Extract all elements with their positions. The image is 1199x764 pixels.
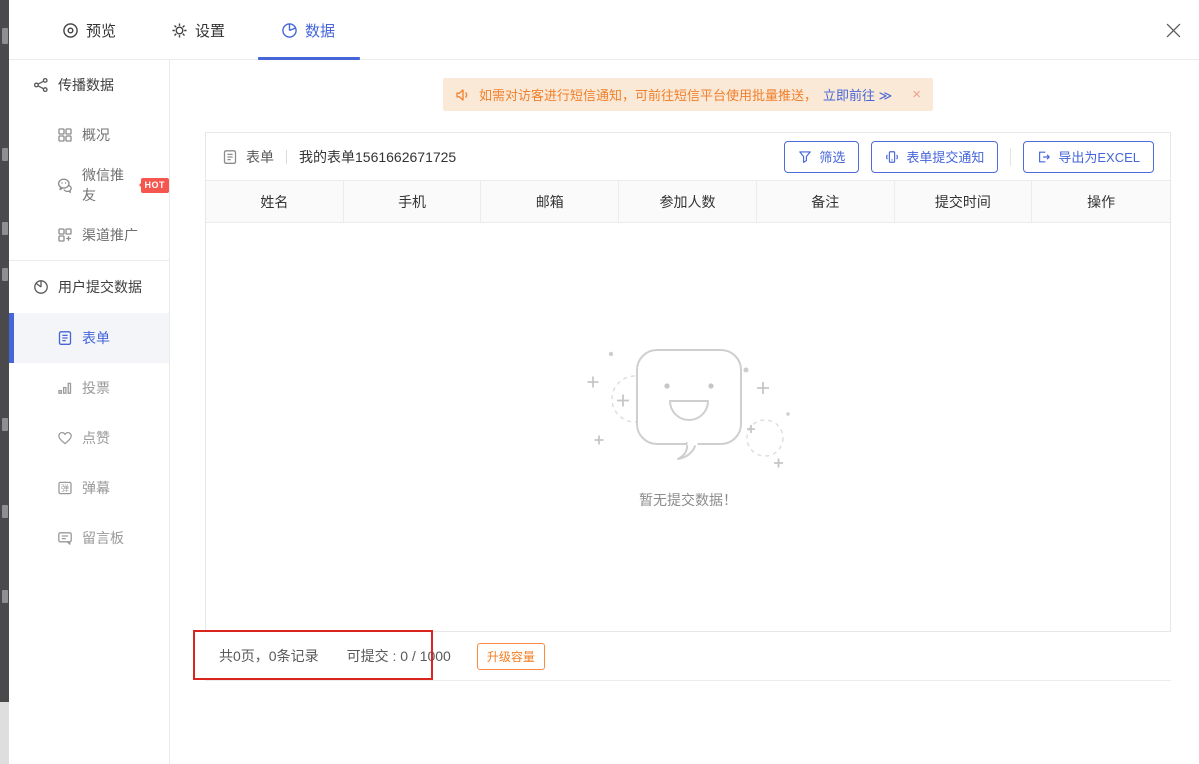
hot-badge: HOT: [141, 178, 170, 193]
sidebar-label: 留言板: [82, 528, 124, 548]
background-fragment: [2, 590, 8, 603]
data-panel-modal: 预览 设置 数据 传播数据: [0, 0, 1199, 764]
sidebar-label: 渠道推广: [82, 225, 138, 245]
table-column-header: 姓名 手机 邮箱 参加人数 备注 提交时间 操作: [206, 180, 1170, 223]
tab-preview-label: 预览: [86, 20, 116, 41]
upgrade-capacity-button[interactable]: 升级容量: [477, 643, 545, 670]
pie-chart-icon: [281, 22, 298, 39]
banner-go-now-link[interactable]: 立即前往 ≫: [823, 85, 892, 104]
sidebar-label: 点赞: [82, 428, 110, 448]
tab-preview[interactable]: 预览: [62, 0, 116, 60]
active-tab-underline: [258, 57, 360, 60]
filter-button-label: 筛选: [819, 147, 845, 166]
sidebar-item-like[interactable]: 点赞: [9, 413, 169, 463]
tab-settings[interactable]: 设置: [171, 0, 225, 60]
background-fragment: [2, 148, 8, 161]
export-button-label: 导出为EXCEL: [1058, 147, 1140, 166]
filter-button[interactable]: 筛选: [784, 141, 859, 173]
phone-notify-icon: [885, 150, 899, 164]
pie-icon: [33, 279, 49, 295]
sidebar-label: 传播数据: [58, 75, 114, 95]
background-fragment: [0, 702, 9, 764]
pagination-footer: 共0页，0条记录 可提交 : 0 / 1000 升级容量: [205, 632, 1171, 681]
export-excel-button[interactable]: 导出为EXCEL: [1023, 141, 1154, 173]
danmu-icon: 弹: [57, 480, 73, 496]
notify-button-label: 表单提交通知: [906, 147, 984, 166]
column-name: 姓名: [206, 181, 344, 222]
column-email: 邮箱: [481, 181, 619, 222]
sidebar-label: 表单: [82, 328, 110, 348]
sidebar-item-spread-data[interactable]: 传播数据: [9, 60, 169, 110]
card-type-label: 表单: [246, 147, 274, 167]
column-actions: 操作: [1032, 181, 1170, 222]
divider: [286, 150, 287, 164]
close-icon[interactable]: [1161, 18, 1185, 42]
tab-data-label: 数据: [305, 20, 335, 41]
background-fragment: [2, 222, 8, 235]
gear-icon: [171, 22, 188, 39]
background-fragment: [2, 418, 8, 431]
sidebar-label: 弹幕: [82, 478, 110, 498]
sidebar-item-wechat-push[interactable]: 微信推友 HOT: [9, 160, 169, 210]
speaker-icon: [455, 87, 471, 103]
form-icon: [222, 149, 238, 165]
sidebar-label: 概况: [82, 125, 110, 145]
column-submit-time: 提交时间: [895, 181, 1033, 222]
tab-data[interactable]: 数据: [281, 0, 335, 60]
sms-notice-banner: 如需对访客进行短信通知，可前往短信平台使用批量推送， 立即前往 ≫ ×: [443, 78, 933, 111]
top-tab-bar: 预览 设置 数据: [9, 0, 1199, 60]
background-page-strip: [0, 0, 9, 764]
background-fragment: [2, 28, 8, 44]
grid-icon: [57, 127, 73, 143]
sidebar-item-message-board[interactable]: 留言板: [9, 513, 169, 563]
empty-state-text: 暂无提交数据！: [639, 490, 737, 510]
sidebar-label: 投票: [82, 378, 110, 398]
card-header: 表单 我的表单1561662671725 筛选 表单提交通知: [206, 133, 1170, 180]
funnel-icon: [798, 150, 812, 164]
svg-text:弹: 弹: [61, 483, 69, 493]
toolbar-divider: [1010, 148, 1011, 166]
share-icon: [33, 77, 49, 93]
form-title: 我的表单1561662671725: [299, 147, 456, 167]
banner-text: 如需对访客进行短信通知，可前往短信平台使用批量推送，: [479, 85, 817, 104]
tab-settings-label: 设置: [195, 20, 225, 41]
form-icon: [57, 330, 73, 346]
vote-icon: [57, 380, 73, 396]
banner-close-icon[interactable]: ×: [912, 87, 921, 102]
background-fragment: [2, 268, 8, 281]
card-toolbar: 筛选 表单提交通知 导出为EXCEL: [784, 141, 1154, 173]
export-icon: [1037, 150, 1051, 164]
form-submit-notify-button[interactable]: 表单提交通知: [871, 141, 998, 173]
sidebar-item-form[interactable]: 表单: [9, 313, 169, 363]
column-phone: 手机: [344, 181, 482, 222]
background-fragment: [2, 505, 8, 518]
channel-icon: [57, 227, 73, 243]
heart-icon: [57, 430, 73, 446]
empty-state-illustration: [573, 344, 803, 476]
empty-state: 暂无提交数据！: [206, 223, 1170, 631]
sidebar-item-channel-promo[interactable]: 渠道推广: [9, 210, 169, 260]
sidebar-item-danmu[interactable]: 弹 弹幕: [9, 463, 169, 513]
submit-quota: 可提交 : 0 / 1000: [347, 646, 451, 666]
sidebar-label: 用户提交数据: [58, 277, 142, 297]
sidebar-label: 微信推友: [82, 165, 135, 205]
wechat-icon: [57, 177, 73, 193]
message-icon: [57, 530, 73, 546]
sidebar: 传播数据 概况 微信推友 HOT 渠道推广 用户提交数据: [9, 60, 170, 764]
eye-icon: [62, 22, 79, 39]
sidebar-item-vote[interactable]: 投票: [9, 363, 169, 413]
sidebar-item-overview[interactable]: 概况: [9, 110, 169, 160]
column-remark: 备注: [757, 181, 895, 222]
column-participants: 参加人数: [619, 181, 757, 222]
sidebar-item-user-submitted-data[interactable]: 用户提交数据: [9, 261, 169, 313]
form-data-card: 表单 我的表单1561662671725 筛选 表单提交通知: [205, 132, 1171, 632]
pagination-summary: 共0页，0条记录: [219, 646, 319, 666]
